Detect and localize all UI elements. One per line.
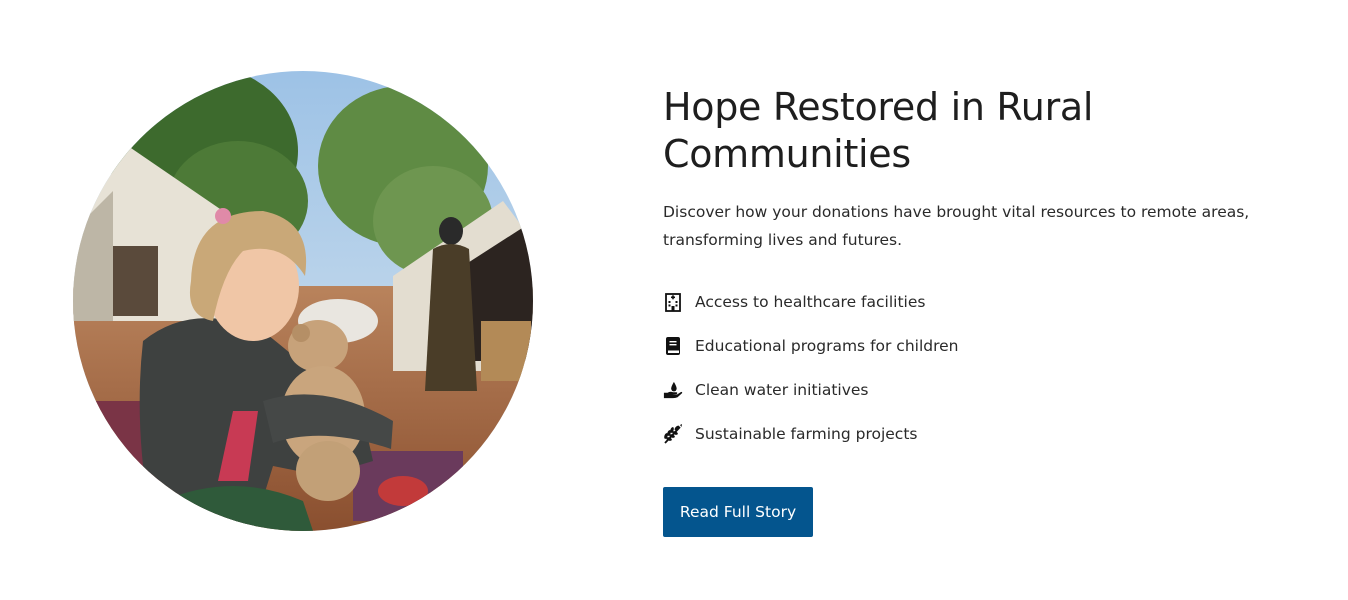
book-icon <box>663 336 683 356</box>
story-section: Hope Restored in Rural Communities Disco… <box>0 0 1348 600</box>
story-description: Discover how your donations have brought… <box>663 203 1250 249</box>
story-content: Hope Restored in Rural Communities Disco… <box>663 84 1283 537</box>
feature-item-farming: Sustainable farming projects <box>663 412 1283 456</box>
feature-list: Access to healthcare facilities Educatio… <box>663 280 1283 456</box>
wheat-icon <box>663 424 683 444</box>
story-photo <box>73 71 533 531</box>
feature-item-healthcare: Access to healthcare facilities <box>663 280 1283 324</box>
feature-label: Access to healthcare facilities <box>695 293 926 311</box>
story-title: Hope Restored in Rural Communities <box>663 85 1094 176</box>
hospital-icon <box>663 292 683 312</box>
hand-water-drop-icon <box>663 380 683 400</box>
read-full-story-button[interactable]: Read Full Story <box>663 487 813 537</box>
feature-label: Sustainable farming projects <box>695 425 918 443</box>
feature-label: Clean water initiatives <box>695 381 869 399</box>
feature-item-water: Clean water initiatives <box>663 368 1283 412</box>
feature-label: Educational programs for children <box>695 337 959 355</box>
feature-item-education: Educational programs for children <box>663 324 1283 368</box>
story-photo-illustration <box>73 71 533 531</box>
